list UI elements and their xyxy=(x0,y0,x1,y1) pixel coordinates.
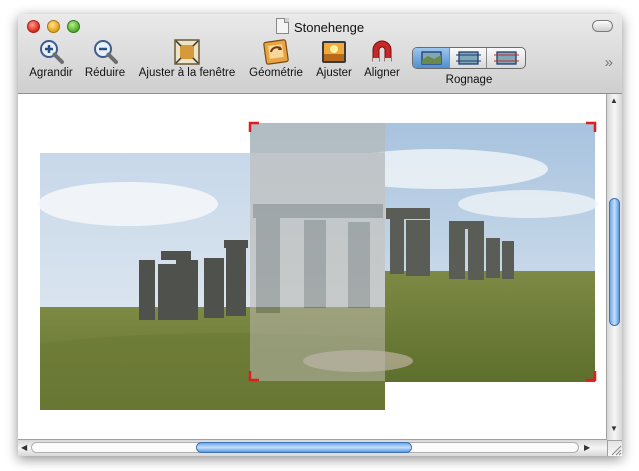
fit-to-window-icon xyxy=(174,39,200,65)
horizontal-scroll-thumb[interactable] xyxy=(196,442,412,453)
geometry-button[interactable]: Géométrie xyxy=(246,39,306,79)
window-title: Stonehenge xyxy=(293,20,365,35)
geometry-label: Géométrie xyxy=(249,67,303,79)
fit-to-window-button[interactable]: Ajuster à la fenêtre xyxy=(134,39,240,79)
magnet-icon xyxy=(372,40,392,62)
scroll-right-arrow-icon[interactable]: ▶ xyxy=(584,443,590,452)
titlebar-toolbar: Stonehenge Agrandir Réduire Ajuster à la… xyxy=(18,14,622,94)
magnifier-plus-icon xyxy=(40,40,64,64)
zoom-out-label: Réduire xyxy=(84,67,126,79)
crop-mode-3-button[interactable] xyxy=(487,48,525,68)
document-canvas[interactable] xyxy=(18,94,598,435)
toolbar-overflow-icon[interactable]: » xyxy=(605,54,614,71)
magnifier-minus-icon xyxy=(94,40,118,64)
crop-mode-1-button[interactable] xyxy=(413,48,450,68)
crop-mode-segmented-control[interactable] xyxy=(412,47,526,69)
toolbar-toggle-button[interactable] xyxy=(592,20,613,32)
crop-mode-1-icon xyxy=(421,51,442,65)
align-label: Aligner xyxy=(364,67,400,79)
stonehenge-panorama xyxy=(38,121,598,410)
window-title-bar: Stonehenge xyxy=(18,18,622,35)
document-icon xyxy=(275,18,289,34)
crop-mode-2-button[interactable] xyxy=(450,48,487,68)
zoom-in-label: Agrandir xyxy=(29,67,73,79)
zoom-out-button[interactable]: Réduire xyxy=(82,39,128,79)
vertical-scroll-thumb[interactable] xyxy=(609,198,620,326)
align-button[interactable]: Aligner xyxy=(360,39,404,79)
overlap-region xyxy=(250,123,385,381)
scroll-down-arrow-icon[interactable]: ▼ xyxy=(610,424,618,433)
zoom-in-button[interactable]: Agrandir xyxy=(26,39,76,79)
crop-mode-3-icon xyxy=(494,51,519,65)
fit-to-window-label: Ajuster à la fenêtre xyxy=(138,67,236,79)
adjust-label: Ajuster xyxy=(316,67,352,79)
geometry-icon xyxy=(263,39,289,65)
crop-label: Rognage xyxy=(445,74,493,86)
preview-window: Stonehenge Agrandir Réduire Ajuster à la… xyxy=(18,14,622,456)
resize-grip-icon[interactable] xyxy=(607,440,622,456)
scroll-up-arrow-icon[interactable]: ▲ xyxy=(610,96,618,105)
vertical-scrollbar[interactable]: ▲ ▼ xyxy=(606,94,622,440)
scroll-left-arrow-icon[interactable]: ◀ xyxy=(21,443,27,452)
adjust-button[interactable]: Ajuster xyxy=(312,39,356,79)
crop-mode-2-icon xyxy=(456,51,481,65)
horizontal-scrollbar[interactable]: ◀ ▶ xyxy=(18,439,607,456)
adjust-icon xyxy=(322,41,346,63)
